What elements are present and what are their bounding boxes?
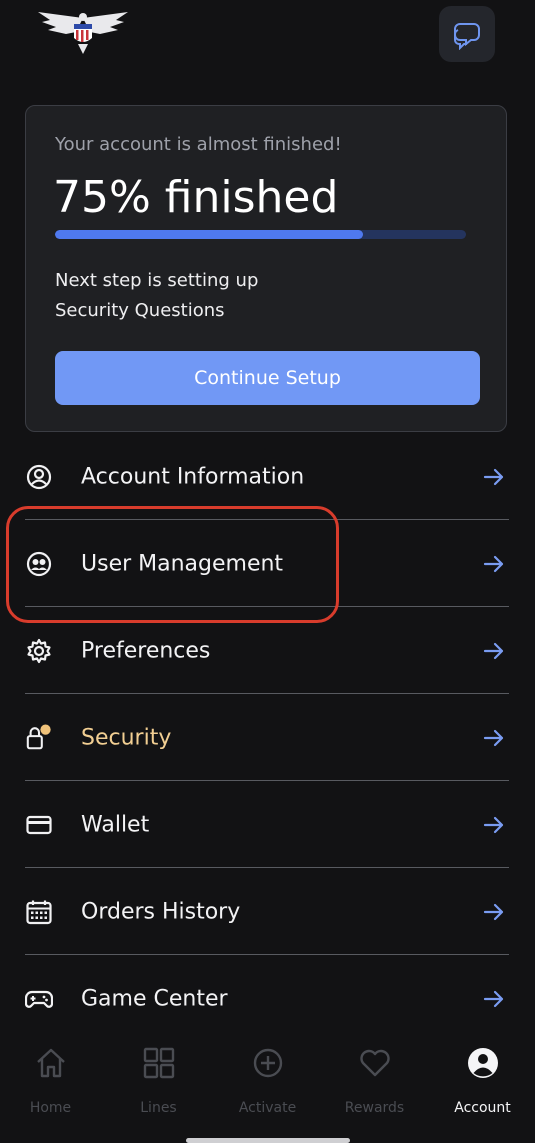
- menu-item-label: User Management: [81, 551, 284, 576]
- menu-item-preferences[interactable]: Preferences: [25, 608, 509, 694]
- home-indicator: [186, 1138, 350, 1143]
- arrow-right-icon: [483, 816, 504, 833]
- chat-button[interactable]: [439, 6, 495, 62]
- account-icon: [467, 1048, 498, 1078]
- menu-item-wallet[interactable]: Wallet: [25, 782, 509, 868]
- lock-icon: [25, 723, 53, 752]
- users-circle-icon: [25, 550, 53, 578]
- card-icon: [25, 811, 53, 839]
- arrow-right-icon: [483, 555, 504, 572]
- gamepad-icon: [25, 985, 53, 1013]
- nav-home[interactable]: Home: [0, 1032, 104, 1128]
- nav-label: Rewards: [344, 1100, 405, 1116]
- arrow-right-icon: [483, 903, 504, 920]
- plus-circle-icon: [253, 1048, 282, 1078]
- menu-item-label: Security: [81, 725, 172, 750]
- next-step-line: Next step is setting up: [55, 270, 259, 291]
- nav-label: Activate: [238, 1100, 297, 1116]
- nav-label: Lines: [140, 1100, 177, 1116]
- menu-item-label: Game Center: [81, 986, 228, 1012]
- menu-item-label: Wallet: [81, 812, 150, 837]
- bottom-navigation: Home Lines Activate Rewards Account: [0, 1032, 535, 1128]
- nav-label: Home: [29, 1100, 72, 1116]
- nav-rewards[interactable]: Rewards: [321, 1032, 428, 1128]
- menu-item-account-information[interactable]: Account Information: [25, 434, 509, 520]
- continue-setup-button[interactable]: Continue Setup: [55, 351, 480, 405]
- arrow-right-icon: [483, 729, 504, 746]
- next-step-item: Security Questions: [55, 300, 225, 321]
- gear-icon: [25, 637, 53, 665]
- menu-item-game-center[interactable]: Game Center: [25, 956, 509, 1042]
- menu-item-label: Orders History: [81, 899, 241, 924]
- security-alert-badge: [40, 723, 51, 735]
- menu-item-orders-history[interactable]: Orders History: [25, 869, 509, 955]
- nav-activate[interactable]: Activate: [214, 1032, 321, 1128]
- arrow-right-icon: [483, 642, 504, 659]
- eagle-logo-icon: [36, 8, 130, 54]
- menu-item-label: Preferences: [81, 638, 211, 663]
- account-progress-card: Your account is almost finished! 75% fin…: [25, 105, 507, 432]
- progress-title: 75% finished: [53, 172, 339, 223]
- menu-item-label: Account Information: [81, 464, 305, 489]
- progress-bar-fill: [55, 230, 364, 239]
- progress-subtitle: Your account is almost finished!: [55, 134, 342, 155]
- nav-label: Account: [454, 1100, 511, 1116]
- grid-icon: [143, 1047, 174, 1079]
- next-step-text: Next step is setting up Security Questio…: [55, 266, 258, 326]
- heart-icon: [359, 1049, 390, 1077]
- chat-bubbles-icon: [454, 23, 480, 50]
- top-bar: [0, 0, 535, 90]
- nav-account[interactable]: Account: [429, 1032, 535, 1128]
- calendar-icon: [25, 898, 53, 926]
- home-icon: [36, 1048, 65, 1078]
- nav-lines[interactable]: Lines: [105, 1032, 212, 1128]
- menu-item-security[interactable]: Security: [25, 695, 509, 781]
- progress-bar: [55, 230, 466, 239]
- user-circle-icon: [25, 463, 53, 491]
- menu-item-user-management[interactable]: User Management: [25, 521, 509, 607]
- arrow-right-icon: [483, 990, 504, 1008]
- arrow-right-icon: [483, 468, 504, 485]
